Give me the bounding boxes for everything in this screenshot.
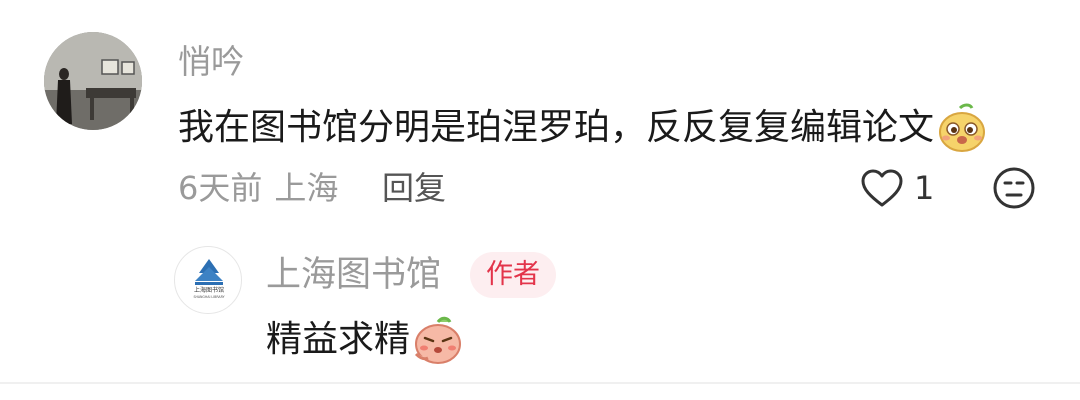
library-logo: 上海图书馆 SHANGHAI LIBRARY [193,259,225,299]
comment-time: 6天前 [178,169,263,207]
avatar[interactable] [44,32,142,130]
peach-emoji-icon [414,316,462,364]
svg-text:SHANGHAI LIBRARY: SHANGHAI LIBRARY [193,295,224,299]
divider [0,382,1080,384]
neutral-face-icon[interactable] [992,166,1036,210]
author-badge: 作者 [470,252,556,298]
avatar-image [44,32,142,130]
reply-button[interactable]: 回复 [382,166,446,210]
comment-text: 我在图书馆分明是珀涅罗珀，反反复复编辑论文 [178,107,935,148]
face-emoji-icon [939,103,986,152]
reply-avatar[interactable]: 上海图书馆 SHANGHAI LIBRARY [174,246,242,314]
like-count: 1 [914,169,935,207]
comment-location: 上海 [274,169,339,207]
heart-icon[interactable] [860,168,904,208]
comment-thread: 悄吟 我在图书馆分明是珀涅罗珀，反反复复编辑论文 6天前 上海 回复 1 上海图… [0,0,1080,400]
comment-meta: 6天前 上海 [178,166,338,210]
reply-body: 精益求精 [266,314,464,366]
svg-text:上海图书馆: 上海图书馆 [194,286,224,294]
comment-body: 我在图书馆分明是珀涅罗珀，反反复复编辑论文 [178,102,988,154]
reply-text: 精益求精 [266,319,411,360]
reply-username[interactable]: 上海图书馆 [266,252,441,298]
comment-username[interactable]: 悄吟 [178,40,244,84]
